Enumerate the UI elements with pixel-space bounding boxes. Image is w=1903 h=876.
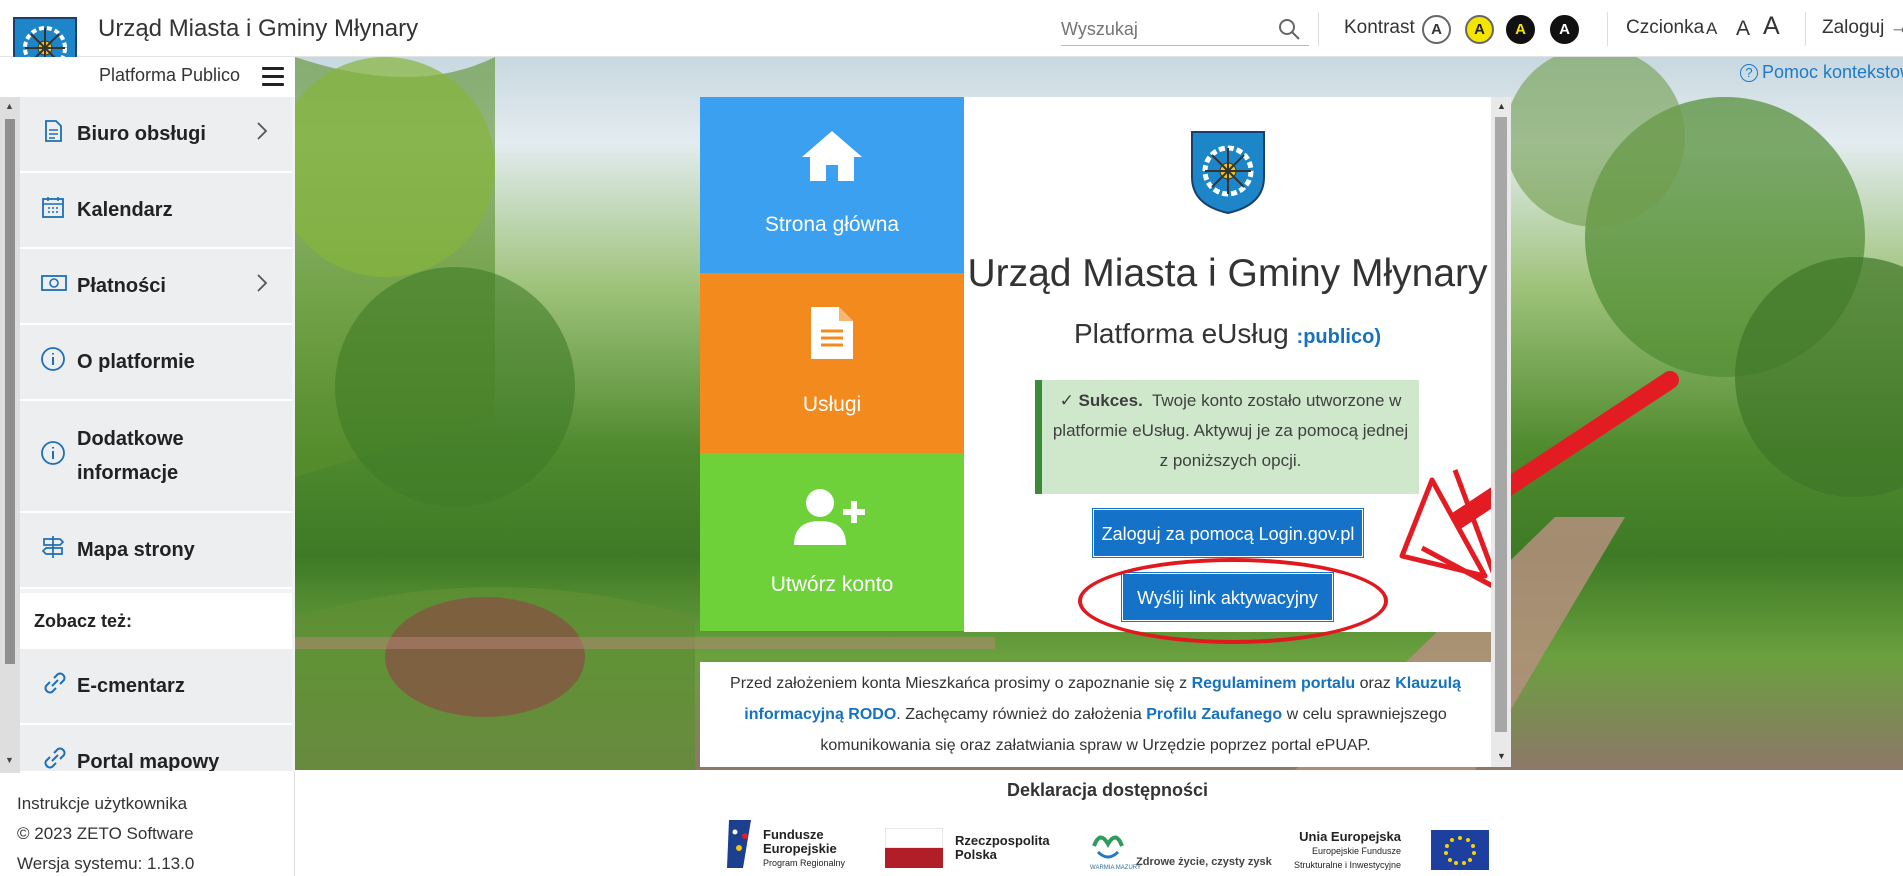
check-icon: ✓	[1059, 391, 1074, 410]
platform-text: Platforma eUsług	[1074, 318, 1289, 349]
divider	[1318, 12, 1319, 46]
add-user-icon	[792, 487, 866, 553]
sidebar-item-biuro-obslugi[interactable]: Biuro obsługi	[20, 97, 292, 173]
crest-emblem	[1189, 129, 1267, 220]
tile-label: Strona główna	[764, 213, 900, 236]
scroll-up-arrow-icon[interactable]: ▲	[1497, 101, 1506, 111]
accessibility-declaration-link[interactable]: Deklaracja dostępności	[700, 780, 1515, 801]
font-small-button[interactable]: A	[1706, 19, 1717, 39]
contrast-black-white-button[interactable]: A	[1550, 15, 1579, 44]
sidebar-item-kalendarz[interactable]: Kalendarz	[20, 173, 292, 249]
sidebar-item-mapa-strony[interactable]: Mapa strony	[20, 513, 292, 589]
divider	[1607, 12, 1608, 46]
system-version-text: Wersja systemu: 1.13.0	[17, 854, 195, 873]
login-arrow-icon: →	[1889, 17, 1903, 38]
info-icon	[40, 346, 66, 378]
user-manual-link[interactable]: Instrukcje użytkownika	[17, 794, 187, 814]
sidebar-item-label: Biuro obsługi	[77, 123, 206, 145]
question-icon: ?	[1740, 64, 1758, 82]
sidebar-item-label: Portal mapowy	[77, 751, 220, 773]
context-help-link[interactable]: ? Pomoc kontekstow	[1740, 62, 1903, 83]
link-icon	[40, 743, 70, 771]
login-link[interactable]: Zaloguj →	[1822, 17, 1903, 39]
copyright-text: © 2023 ZETO Software	[17, 824, 194, 843]
link-icon	[40, 668, 70, 704]
login-label: Zaloguj	[1822, 17, 1885, 38]
hamburger-menu-icon[interactable]	[262, 67, 284, 87]
panel-org-title: Urząd Miasta i Gminy Młynary	[967, 252, 1488, 295]
context-help-label: Pomoc kontekstow	[1762, 62, 1903, 82]
tile-label: Utwórz konto	[770, 573, 894, 596]
alert-title: Sukces.	[1078, 391, 1143, 410]
registration-info-text: Przed założeniem konta Mieszkańca prosim…	[700, 662, 1491, 767]
contrast-default-button[interactable]: A	[1422, 15, 1451, 44]
site-title[interactable]: Urząd Miasta i Gminy Młynary	[98, 15, 418, 43]
font-large-button[interactable]: A	[1763, 12, 1780, 41]
trusted-profile-link[interactable]: Profilu Zaufanego	[1146, 706, 1282, 723]
info-icon	[40, 440, 66, 472]
tile-label: Usługi	[802, 393, 862, 416]
sidebar-item-label: O platformie	[77, 351, 195, 373]
sidebar-scrollbar[interactable]: ▲ ▼	[0, 97, 20, 773]
font-medium-button[interactable]: A	[1736, 17, 1750, 41]
regulamin-link[interactable]: Regulaminem portalu	[1192, 675, 1356, 692]
font-size-label: Czcionka	[1626, 17, 1705, 38]
sidebar-item-label: Kalendarz	[77, 199, 173, 221]
see-also-heading: Zobacz też:	[20, 593, 292, 649]
login-gov-button[interactable]: Zaloguj za pomocą Login.gov.pl	[1093, 509, 1363, 557]
tile-create-account[interactable]: Utwórz konto	[700, 453, 964, 631]
chevron-right-icon	[256, 121, 268, 147]
panel-scroll-thumb[interactable]	[1495, 117, 1507, 732]
sidebar-item-label: E-cmentarz	[77, 675, 185, 697]
sidebar: ▲ ▼ Biuro obsługi Kalendarz Płatności O …	[0, 97, 295, 773]
sidebar-footer: Instrukcje użytkownika © 2023 ZETO Softw…	[0, 773, 295, 876]
panel-scrollbar[interactable]: ▲ ▼	[1491, 97, 1511, 767]
sidebar-item-o-platformie[interactable]: O platformie	[20, 325, 292, 401]
scroll-down-arrow-icon[interactable]: ▼	[1497, 751, 1506, 761]
publico-logo: :publico)	[1296, 326, 1381, 348]
sidebar-item-platnosci[interactable]: Płatności	[20, 249, 292, 325]
sidebar-item-e-cmentarz[interactable]: E-cmentarz	[20, 649, 292, 725]
sidebar-item-dodatkowe-informacje[interactable]: Dodatkowe informacje	[20, 401, 292, 513]
money-icon	[40, 270, 68, 302]
home-icon	[798, 127, 866, 189]
calendar-icon	[40, 194, 66, 226]
divider	[1805, 12, 1806, 46]
tile-home[interactable]: Strona główna	[700, 97, 964, 273]
tile-services[interactable]: Usługi	[700, 273, 964, 453]
sidebar-item-portal-mapowy[interactable]: Portal mapowy	[20, 725, 292, 773]
contrast-yellow-button[interactable]: A	[1465, 15, 1494, 44]
platform-label: Platforma Publico	[99, 65, 241, 85]
sidebar-item-label: Płatności	[77, 275, 166, 297]
search-input[interactable]	[1061, 14, 1261, 44]
sidebar-item-label: Dodatkowe informacje	[77, 428, 184, 484]
contrast-black-yellow-button[interactable]: A	[1506, 15, 1535, 44]
sidebar-scroll-thumb[interactable]	[5, 119, 15, 664]
scroll-down-arrow-icon[interactable]: ▼	[5, 755, 14, 765]
search-icon[interactable]	[1277, 17, 1301, 46]
contrast-label: Kontrast	[1344, 17, 1415, 38]
signpost-icon	[40, 534, 66, 566]
platform-heading: Platforma eUsług :publico)	[964, 318, 1491, 350]
search-box[interactable]	[1061, 14, 1309, 46]
sidebar-item-label: Mapa strony	[77, 539, 195, 561]
scroll-up-arrow-icon[interactable]: ▲	[5, 101, 14, 111]
document-icon	[40, 118, 66, 150]
chevron-right-icon	[256, 273, 268, 299]
file-icon	[809, 305, 855, 367]
